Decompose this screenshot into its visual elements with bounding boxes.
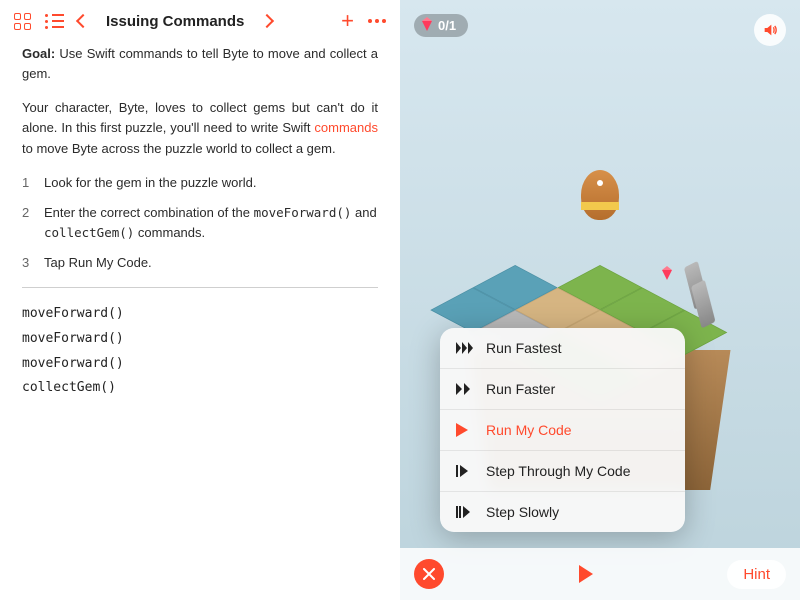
run-my-code-item[interactable]: Run My Code: [440, 410, 685, 451]
code-line[interactable]: collectGem(): [22, 376, 378, 401]
lesson-content: Goal: Use Swift commands to tell Byte to…: [0, 38, 400, 401]
step-icon: [456, 465, 474, 477]
sound-button[interactable]: [754, 14, 786, 46]
gem-icon: [422, 21, 432, 31]
run-item-label: Step Slowly: [486, 504, 559, 520]
app-root: Issuing Commands + Goal: Use Swift comma…: [0, 0, 800, 600]
close-icon: [423, 568, 435, 580]
run-item-label: Run Faster: [486, 381, 555, 397]
run-item-label: Run Fastest: [486, 340, 561, 356]
speaker-icon: [762, 22, 778, 38]
code-editor[interactable]: moveForward() moveForward() moveForward(…: [22, 302, 378, 401]
close-menu-button[interactable]: [414, 559, 444, 589]
step-2: Enter the correct combination of the mov…: [22, 203, 378, 243]
code-line[interactable]: moveForward(): [22, 302, 378, 327]
steps-list: Look for the gem in the puzzle world. En…: [22, 173, 378, 274]
gem-counter: 0/1: [414, 14, 468, 37]
code-collectgem: collectGem(): [44, 225, 134, 240]
world-pane: 0/1 Run: [400, 0, 800, 600]
step-1: Look for the gem in the puzzle world.: [22, 173, 378, 193]
fast-forward-2-icon: [456, 383, 474, 395]
run-speed-menu: Run Fastest Run Faster Run My Code Step …: [440, 328, 685, 532]
prev-page-icon[interactable]: [78, 16, 88, 26]
play-icon: [456, 423, 474, 437]
control-bar: Hint: [400, 548, 800, 600]
step-slow-icon: [456, 506, 474, 518]
goal-label: Goal:: [22, 46, 55, 61]
grid-view-icon[interactable]: [14, 13, 31, 30]
more-icon[interactable]: [368, 19, 386, 23]
hint-button[interactable]: Hint: [727, 560, 786, 589]
run-item-label: Step Through My Code: [486, 463, 631, 479]
add-icon[interactable]: +: [341, 10, 354, 32]
separator: [22, 287, 378, 288]
fast-forward-3-icon: [456, 342, 474, 354]
byte-character: [580, 170, 620, 234]
step-through-item[interactable]: Step Through My Code: [440, 451, 685, 492]
code-line[interactable]: moveForward(): [22, 327, 378, 352]
world-gem: [662, 280, 672, 298]
page-title: Issuing Commands: [106, 13, 244, 30]
next-page-icon[interactable]: [262, 16, 272, 26]
run-fastest-item[interactable]: Run Fastest: [440, 328, 685, 369]
step-3: Tap Run My Code.: [22, 253, 378, 273]
code-moveforward: moveForward(): [254, 205, 352, 220]
gem-count: 0/1: [438, 18, 456, 33]
run-faster-item[interactable]: Run Faster: [440, 369, 685, 410]
editor-toolbar: Issuing Commands +: [0, 0, 400, 38]
list-view-icon[interactable]: [45, 14, 64, 29]
intro-paragraph: Your character, Byte, loves to collect g…: [22, 98, 378, 158]
editor-pane: Issuing Commands + Goal: Use Swift comma…: [0, 0, 400, 600]
run-item-label: Run My Code: [486, 422, 572, 438]
commands-link[interactable]: commands: [314, 120, 378, 135]
goal-text: Use Swift commands to tell Byte to move …: [22, 46, 378, 81]
goal-paragraph: Goal: Use Swift commands to tell Byte to…: [22, 44, 378, 84]
step-slowly-item[interactable]: Step Slowly: [440, 492, 685, 532]
code-line[interactable]: moveForward(): [22, 352, 378, 377]
run-button[interactable]: [579, 565, 593, 583]
